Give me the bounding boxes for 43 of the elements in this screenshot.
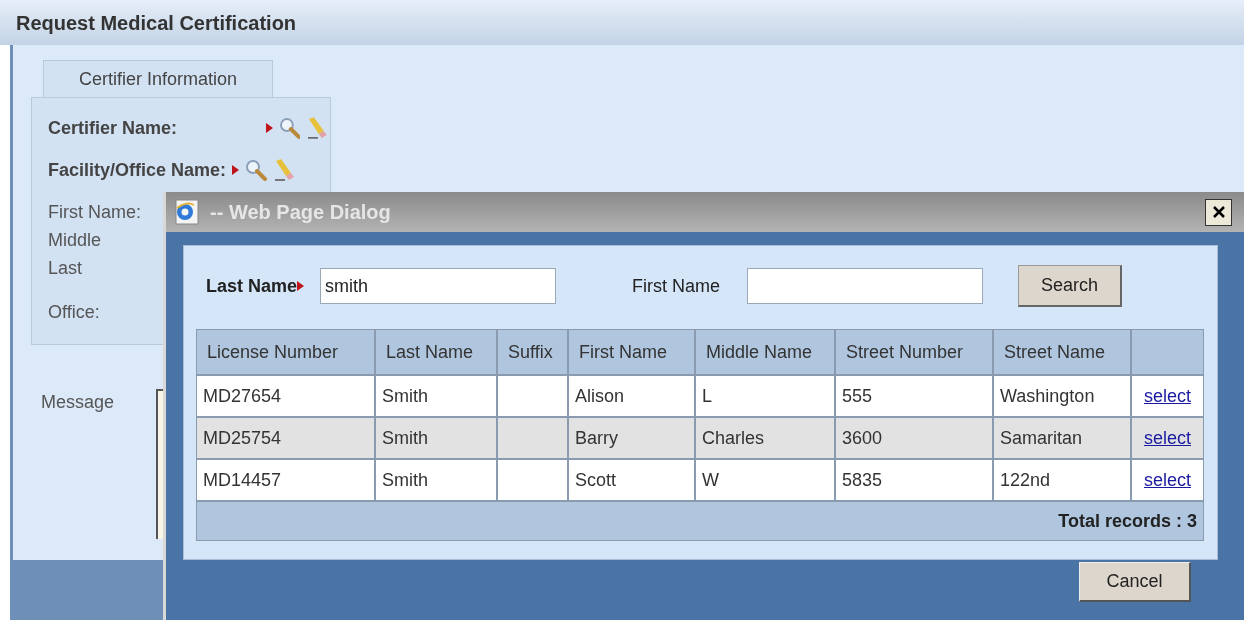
select-link[interactable]: select <box>1144 424 1191 452</box>
field-label: Certifier Name: <box>48 116 179 140</box>
table-cell-text: Washington <box>999 384 1095 408</box>
search-button[interactable]: Search <box>1018 265 1122 307</box>
close-icon <box>1211 205 1226 219</box>
field-label: Facility/Office Name: <box>48 158 227 182</box>
table-cell-text: Samaritan <box>999 426 1083 450</box>
search-icon[interactable] <box>278 117 301 139</box>
table-cell-text: 122nd <box>999 468 1051 492</box>
table-cell-text: MD27654 <box>202 384 282 408</box>
table-cell-text: MD14457 <box>202 468 282 492</box>
table-cell-text: Scott <box>574 468 617 492</box>
table-cell-text: 555 <box>841 384 873 408</box>
search-icon[interactable] <box>245 159 268 181</box>
dialog-title: -- Web Page Dialog <box>210 200 391 225</box>
cancel-button[interactable]: Cancel <box>1079 562 1191 602</box>
field-label: First Name: <box>48 201 141 224</box>
filter-label: Last Name <box>206 274 298 298</box>
select-link[interactable]: select <box>1144 382 1191 410</box>
filter-label: First Name <box>632 274 720 298</box>
table-cell-text: 5835 <box>841 468 883 492</box>
select-link[interactable]: select <box>1144 466 1191 494</box>
close-button[interactable] <box>1205 198 1232 226</box>
table-cell-text: Charles <box>701 426 765 450</box>
filter-input[interactable]: smith <box>320 268 557 304</box>
table-cell-text: 3600 <box>841 426 883 450</box>
table-cell-text: Barry <box>574 426 618 450</box>
field-label: Last <box>48 257 83 280</box>
table-cell-text: Smith <box>381 468 428 492</box>
total-records: Total records : 3 <box>1058 509 1197 533</box>
field-label: Office: <box>48 301 100 324</box>
table-cell-text: Alison <box>574 384 625 408</box>
table-cell-text: W <box>701 468 719 492</box>
browser-icon <box>174 199 200 225</box>
table-cell-text: Smith <box>381 384 428 408</box>
table-cell-text: MD25754 <box>202 426 282 450</box>
filter-input[interactable] <box>747 268 983 304</box>
page-title: Request Medical Certification <box>16 10 297 36</box>
table-cell-text: L <box>701 384 712 408</box>
message-label: Message <box>41 391 116 414</box>
tab[interactable]: Certifier Information <box>43 60 273 97</box>
table-cell-text: Smith <box>381 426 428 450</box>
field-label: Middle <box>48 229 102 252</box>
